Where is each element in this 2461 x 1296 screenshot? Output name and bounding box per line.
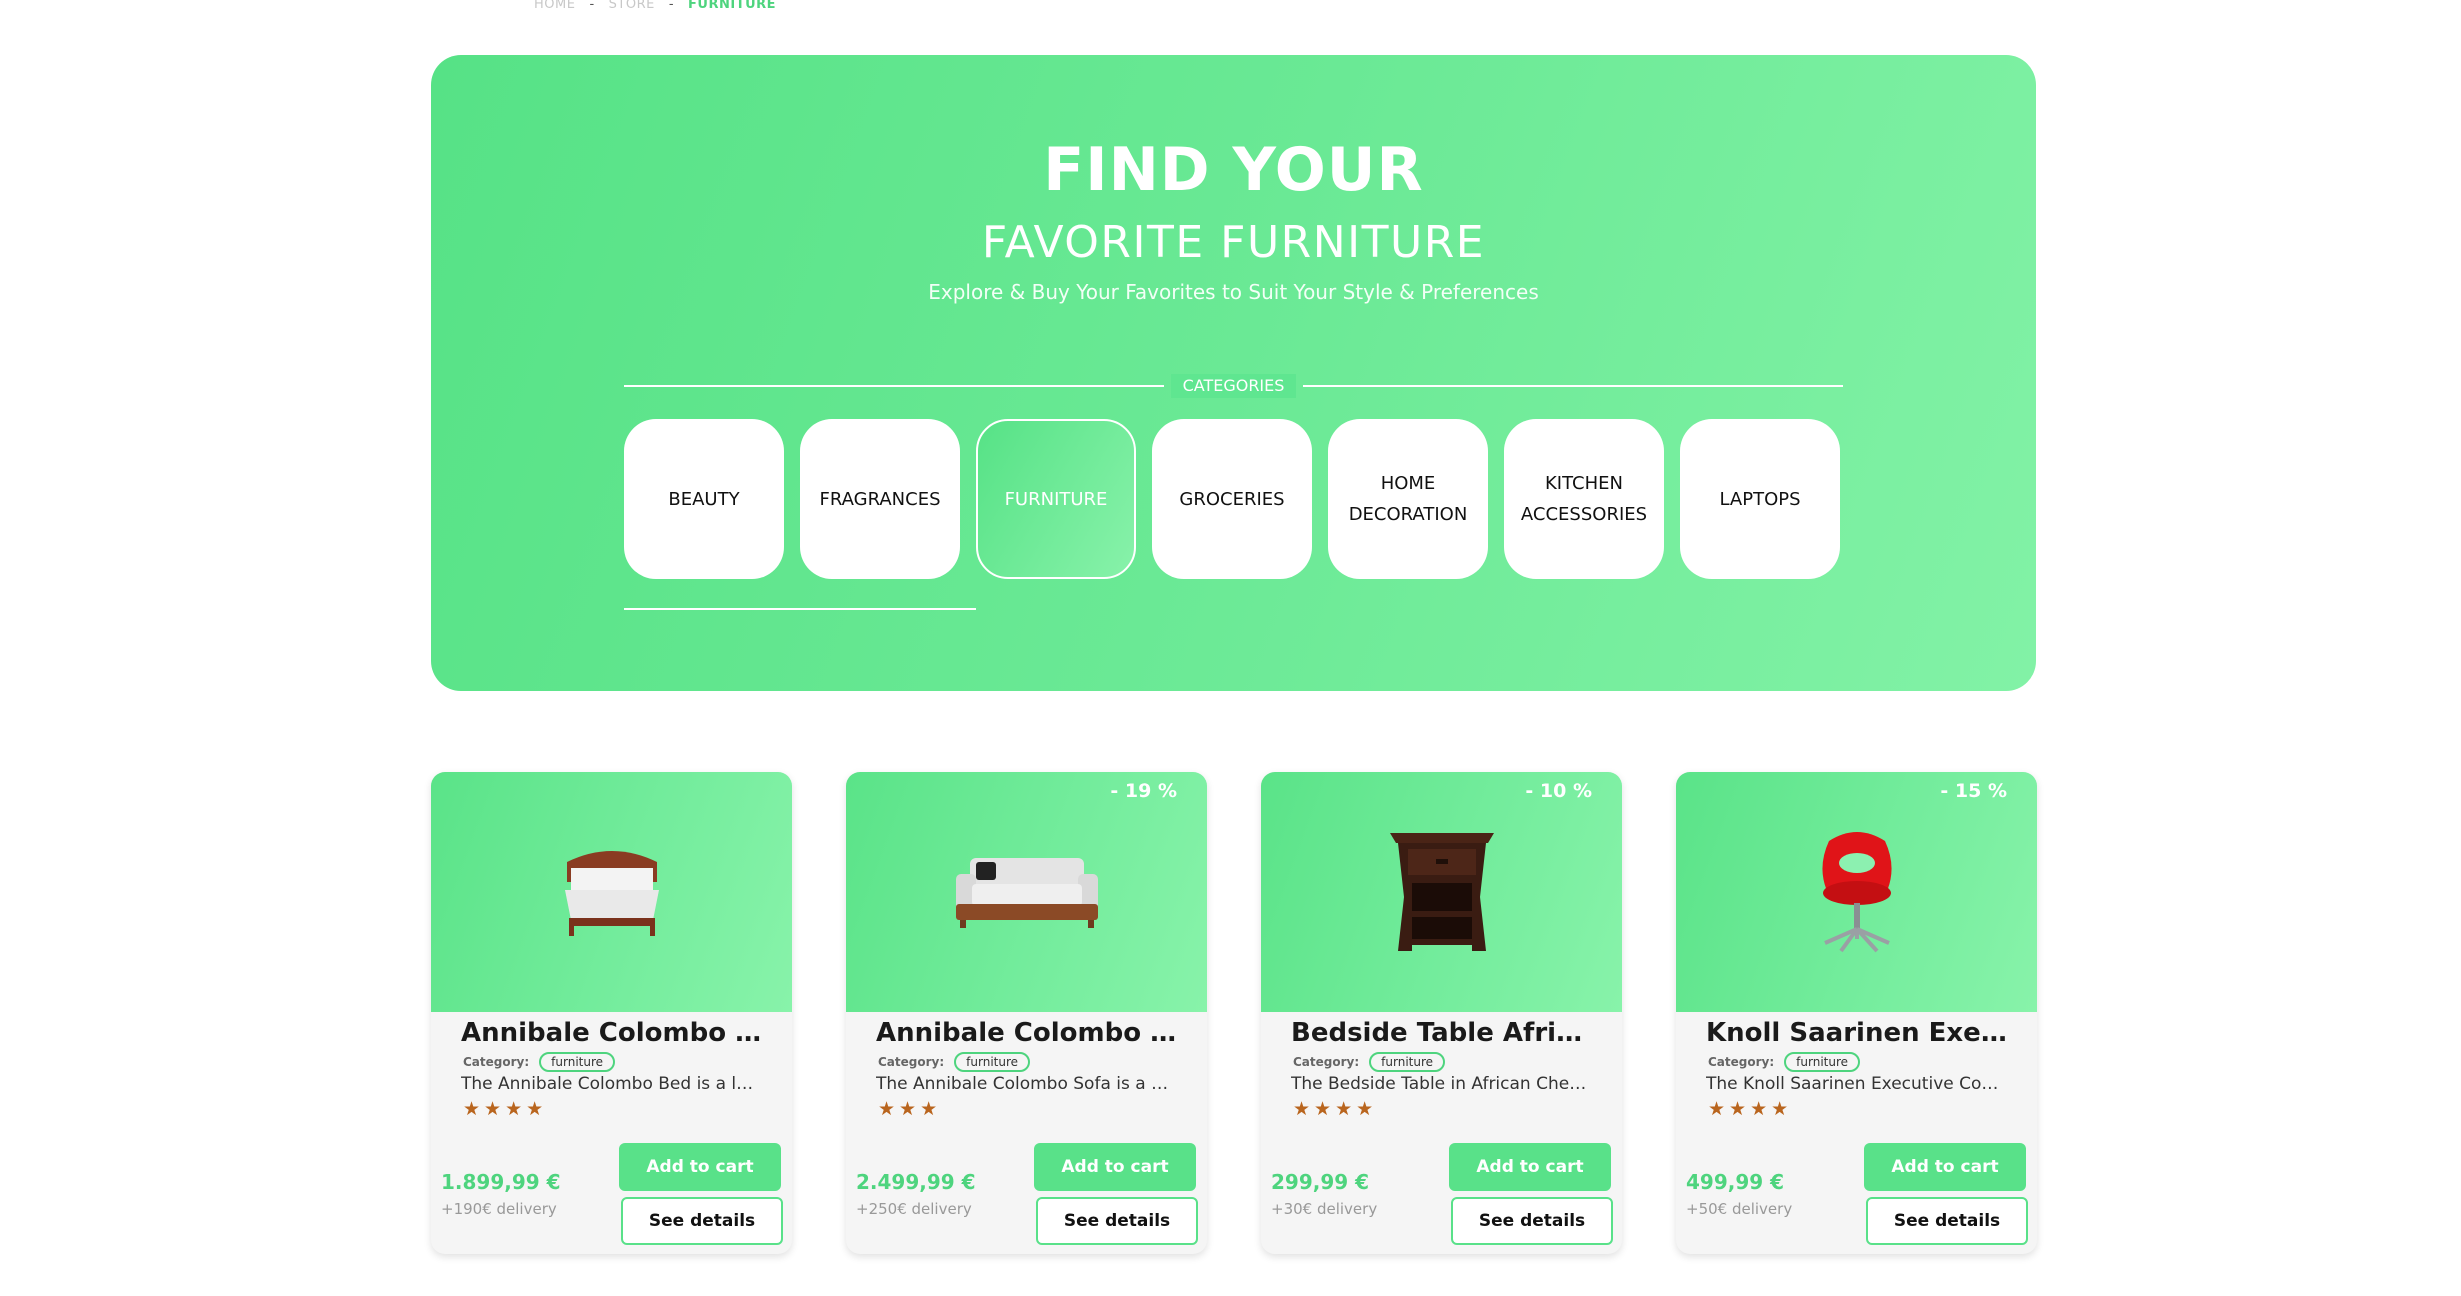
rating-stars: ★★★★ <box>1293 1098 1378 1120</box>
category-furniture[interactable]: FURNITURE <box>976 419 1136 579</box>
categories-heading: CATEGORIES <box>1171 374 1296 398</box>
category-scroll-indicator[interactable] <box>624 608 976 610</box>
sofa-icon <box>846 772 1207 1012</box>
delivery-fee: +30€ delivery <box>1271 1200 1378 1218</box>
category-fragrances[interactable]: FRAGRANCES <box>800 419 960 579</box>
product-card: - 10 % Bedside Table African Cherry Cate… <box>1261 772 1622 1254</box>
rating-stars: ★★★★ <box>1708 1098 1793 1120</box>
divider <box>624 385 1164 387</box>
product-title[interactable]: Knoll Saarinen Executive Conference Chai… <box>1706 1018 2011 1048</box>
category-list: BEAUTY FRAGRANCES FURNITURE GROCERIES HO… <box>624 419 1840 579</box>
breadcrumb-separator: - <box>668 0 675 12</box>
category-row: Category: furniture <box>1293 1052 1446 1072</box>
bedside-table-icon <box>1261 772 1622 1012</box>
divider <box>1303 385 1843 387</box>
category-label: Category: <box>1708 1055 1775 1069</box>
product-price: 299,99 € <box>1271 1170 1370 1194</box>
category-label: Category: <box>1293 1055 1360 1069</box>
category-tag[interactable]: furniture <box>1369 1052 1446 1072</box>
product-description: The Bedside Table in African Cherry is a… <box>1291 1074 1591 1094</box>
product-title[interactable]: Annibale Colombo Sofa <box>876 1018 1181 1048</box>
add-to-cart-button[interactable]: Add to cart <box>619 1143 781 1191</box>
category-groceries[interactable]: GROCERIES <box>1152 419 1312 579</box>
product-description: The Knoll Saarinen Executive Conference … <box>1706 1074 2006 1094</box>
product-price: 499,99 € <box>1686 1170 1785 1194</box>
category-tag[interactable]: furniture <box>954 1052 1031 1072</box>
see-details-button[interactable]: See details <box>621 1197 783 1245</box>
product-image-area[interactable] <box>431 772 792 1012</box>
category-home-decoration[interactable]: HOME DECORATION <box>1328 419 1488 579</box>
delivery-fee: +190€ delivery <box>441 1200 557 1218</box>
rating-stars: ★★★★ <box>463 1098 548 1120</box>
add-to-cart-button[interactable]: Add to cart <box>1034 1143 1196 1191</box>
category-kitchen-accessories[interactable]: KITCHEN ACCESSORIES <box>1504 419 1664 579</box>
see-details-button[interactable]: See details <box>1036 1197 1198 1245</box>
category-beauty[interactable]: BEAUTY <box>624 419 784 579</box>
see-details-button[interactable]: See details <box>1866 1197 2028 1245</box>
breadcrumb-home[interactable]: HOME <box>534 0 575 12</box>
product-description: The Annibale Colombo Sofa is a sophistic… <box>876 1074 1176 1094</box>
product-price: 1.899,99 € <box>441 1170 561 1194</box>
bed-icon <box>431 772 792 1012</box>
hero-description: Explore & Buy Your Favorites to Suit You… <box>928 280 1539 304</box>
category-tag[interactable]: furniture <box>539 1052 616 1072</box>
breadcrumb-separator: - <box>589 0 595 12</box>
product-card: - 19 % Annibale Colombo Sofa Category: f… <box>846 772 1207 1254</box>
product-description: The Annibale Colombo Bed is a luxurious … <box>461 1074 761 1094</box>
category-row: Category: furniture <box>878 1052 1031 1072</box>
delivery-fee: +50€ delivery <box>1686 1200 1793 1218</box>
add-to-cart-button[interactable]: Add to cart <box>1449 1143 1611 1191</box>
product-image-area[interactable]: - 10 % <box>1261 772 1622 1012</box>
category-row: Category: furniture <box>463 1052 616 1072</box>
category-row: Category: furniture <box>1708 1052 1861 1072</box>
add-to-cart-button[interactable]: Add to cart <box>1864 1143 2026 1191</box>
hero-banner: FIND YOUR FAVORITE FURNITURE Explore & B… <box>431 55 2036 691</box>
hero-subtitle-title: FAVORITE FURNITURE <box>981 217 1486 268</box>
product-card: - 15 % Knoll Saarinen Executive Conferen… <box>1676 772 2037 1254</box>
breadcrumb: HOME - STORE - FURNITURE <box>534 0 776 12</box>
product-image-area[interactable]: - 19 % <box>846 772 1207 1012</box>
product-image-area[interactable]: - 15 % <box>1676 772 2037 1012</box>
product-title[interactable]: Annibale Colombo Bed <box>461 1018 766 1048</box>
category-tag[interactable]: furniture <box>1784 1052 1861 1072</box>
category-label: Category: <box>463 1055 530 1069</box>
product-card: Annibale Colombo Bed Category: furniture… <box>431 772 792 1254</box>
product-price: 2.499,99 € <box>856 1170 976 1194</box>
rating-stars: ★★★ <box>878 1098 942 1120</box>
category-label: Category: <box>878 1055 945 1069</box>
see-details-button[interactable]: See details <box>1451 1197 1613 1245</box>
office-chair-icon <box>1676 772 2037 1012</box>
hero-title: FIND YOUR <box>1043 135 1424 205</box>
breadcrumb-current: FURNITURE <box>688 0 777 12</box>
product-title[interactable]: Bedside Table African Cherry <box>1291 1018 1596 1048</box>
delivery-fee: +250€ delivery <box>856 1200 972 1218</box>
category-laptops[interactable]: LAPTOPS <box>1680 419 1840 579</box>
breadcrumb-store[interactable]: STORE <box>609 0 655 12</box>
